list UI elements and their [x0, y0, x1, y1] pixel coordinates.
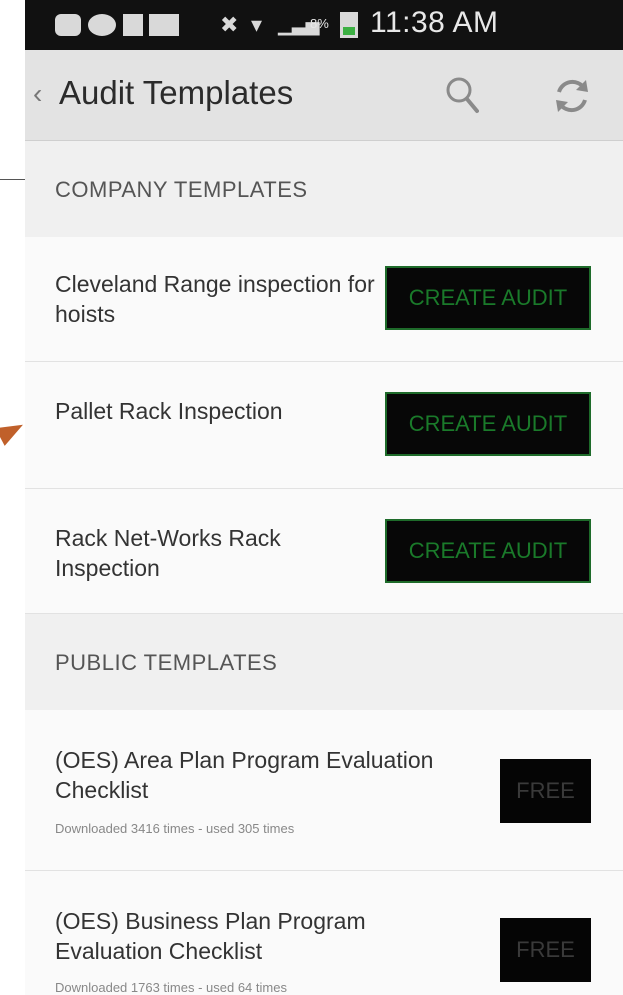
free-button[interactable]: FREE [500, 918, 591, 982]
template-name: Rack Net-Works Rack Inspection [55, 525, 281, 581]
section-header-public: PUBLIC TEMPLATES [25, 614, 623, 710]
mute-icon: ✖ [220, 12, 239, 37]
refresh-icon[interactable] [552, 76, 592, 116]
list-item[interactable]: Rack Net-Works Rack Inspection CREATE AU… [25, 489, 623, 614]
chevron-left-icon[interactable]: ‹ [33, 79, 42, 109]
template-name: Cleveland Range inspection for hoists [55, 271, 375, 327]
battery-percent: 8% [310, 16, 329, 31]
template-stats: Downloaded 3416 times - used 305 times [55, 821, 295, 836]
add-notification-icon [55, 14, 81, 36]
template-name: Pallet Rack Inspection [55, 398, 283, 424]
search-icon[interactable] [445, 76, 479, 114]
create-audit-button[interactable]: CREATE AUDIT [385, 519, 591, 583]
create-audit-button[interactable]: CREATE AUDIT [385, 392, 591, 456]
battery-icon [340, 12, 358, 38]
action-bar: ‹ Audit Templates [25, 50, 623, 141]
template-stats: Downloaded 1763 times - used 64 times [55, 980, 287, 995]
list-item[interactable]: Cleveland Range inspection for hoists CR… [25, 237, 623, 362]
template-name: (OES) Area Plan Program Evaluation Check… [55, 747, 434, 803]
phone-screen: ✖ ▾ ▁▃▅ 8% 11:38 AM ‹ Audit Templates CO… [25, 0, 623, 995]
template-name: (OES) Business Plan Program Evaluation C… [55, 908, 366, 964]
section-header-company: COMPANY TEMPLATES [25, 141, 623, 237]
page-title[interactable]: Audit Templates [59, 74, 293, 112]
signal-icon: ▁▃▅ [278, 15, 320, 35]
messenger-icon [88, 14, 116, 36]
wifi-icon: ▾ [251, 12, 263, 37]
section-label: PUBLIC TEMPLATES [55, 650, 278, 675]
free-button[interactable]: FREE [500, 759, 591, 823]
document-icon [123, 14, 143, 36]
list-item[interactable]: (OES) Area Plan Program Evaluation Check… [25, 710, 623, 871]
section-label: COMPANY TEMPLATES [55, 177, 308, 202]
annotation-arrow [0, 415, 28, 446]
list-item[interactable]: Pallet Rack Inspection CREATE AUDIT [25, 362, 623, 489]
status-bar: ✖ ▾ ▁▃▅ 8% 11:38 AM [25, 0, 623, 50]
status-time: 11:38 AM [370, 6, 499, 39]
create-audit-button[interactable]: CREATE AUDIT [385, 266, 591, 330]
list-item[interactable]: (OES) Business Plan Program Evaluation C… [25, 871, 623, 995]
image-icon [149, 14, 179, 36]
